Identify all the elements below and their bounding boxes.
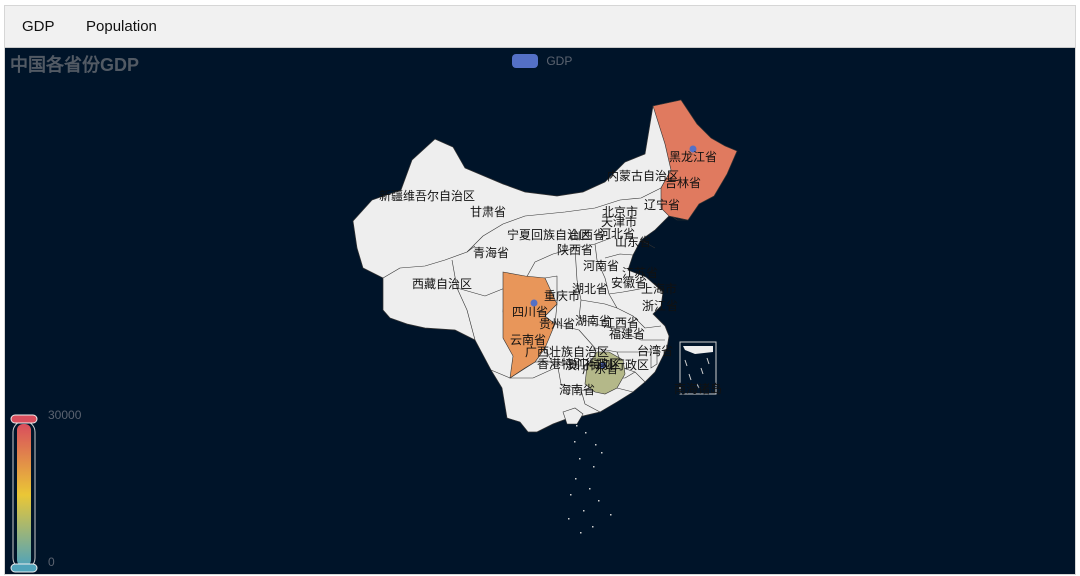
province-label: 澳门特别行政区 — [565, 357, 649, 372]
tab-population[interactable]: Population — [86, 17, 157, 37]
visual-map-max-label: 30000 — [48, 408, 82, 422]
province-label: 浙江省 — [642, 299, 678, 313]
visual-map-min-handle[interactable] — [10, 563, 38, 573]
app-frame: GDP Population 新疆维吾尔自治区 甘肃省 内蒙古自治区 吉林省 黑… — [4, 5, 1076, 575]
province-label: 甘肃省 — [470, 205, 506, 219]
province-label: 辽宁省 — [644, 197, 680, 212]
province-label: 山东省 — [615, 235, 651, 249]
china-map: 新疆维吾尔自治区甘肃省内蒙古自治区吉林省黑龙江省辽宁省北京市天津市河北省宁夏回族… — [10, 99, 738, 573]
visual-map-max-handle[interactable] — [10, 414, 38, 424]
visual-map — [12, 420, 36, 570]
legend-label: GDP — [546, 53, 573, 68]
province-label: 贵州省 — [539, 317, 575, 331]
province-label: 河南省 — [583, 258, 619, 273]
province-label: 上海市 — [641, 281, 677, 296]
tab-gdp[interactable]: GDP — [22, 17, 55, 37]
south-china-sea-islands — [568, 425, 612, 534]
legend-item-gdp[interactable]: GDP — [512, 53, 572, 69]
province-label: 陕西省 — [557, 242, 593, 257]
province-label: 福建省 — [609, 326, 645, 341]
province-label: 新疆维吾尔自治区 — [379, 188, 475, 203]
province-label: 黑龙江省 — [669, 150, 717, 164]
province-label: 南海诸岛 — [674, 381, 722, 396]
province-label: 台湾省 — [637, 343, 673, 358]
map-chart: 新疆维吾尔自治区 甘肃省 内蒙古自治区 吉林省 黑龙江省 辽宁省 北京市 天津市 河北省 宁夏回族… — [5, 48, 1075, 574]
legend-swatch — [512, 53, 538, 68]
province-label: 青海省 — [473, 245, 509, 260]
province-label: 海南省 — [559, 382, 595, 397]
visual-map-min-label: 0 — [48, 555, 55, 569]
chart-title: 中国各省份GDP — [10, 55, 140, 75]
province-label: 湖北省 — [572, 281, 608, 296]
province-label: 山西省 — [569, 228, 605, 242]
province-label: 西藏自治区 — [412, 277, 472, 291]
tab-bar: GDP Population — [5, 6, 1075, 48]
province-label: 吉林省 — [665, 176, 701, 190]
